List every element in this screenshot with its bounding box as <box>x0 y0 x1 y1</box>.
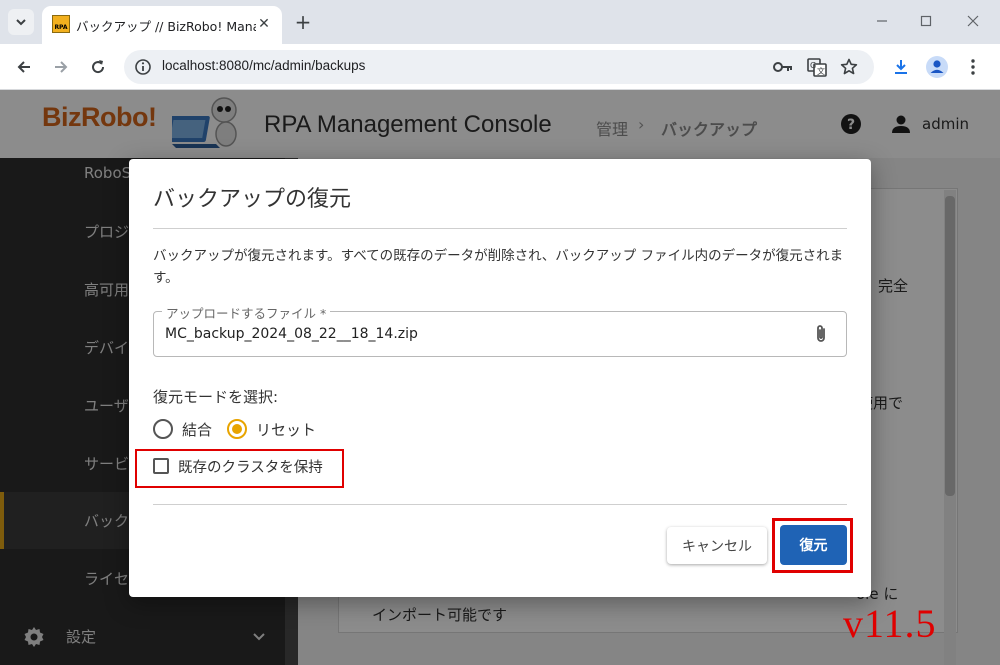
back-button[interactable] <box>9 52 39 82</box>
password-key-icon[interactable] <box>772 56 794 78</box>
upload-file-label: アップロードするファイル * <box>162 303 331 322</box>
tab-title: バックアップ // BizRobo! Managemer <box>76 19 256 34</box>
profile-avatar-icon <box>926 56 948 78</box>
arrow-right-icon <box>55 61 68 73</box>
radio-reset[interactable]: リセット <box>227 417 316 441</box>
tab-close-icon[interactable]: ✕ <box>254 14 274 34</box>
radio-reset-circle[interactable] <box>227 419 247 439</box>
version-annotation: v11.5 <box>843 601 937 646</box>
more-vert-icon <box>971 59 975 75</box>
reload-icon <box>92 60 105 74</box>
translate-icon[interactable]: 文G <box>806 56 828 78</box>
url-text[interactable]: localhost:8080/mc/admin/backups <box>162 58 365 73</box>
browser-tabstrip: RPA バックアップ // BizRobo! Managemer ✕ + <box>0 0 1000 44</box>
radio-merge[interactable]: 結合 <box>153 417 212 441</box>
browser-menu-button[interactable] <box>958 52 988 82</box>
favicon-icon: RPA <box>52 15 70 33</box>
restore-backup-dialog: バックアップの復元 バックアップが復元されます。すべての既存のデータが削除され、… <box>129 159 871 597</box>
dialog-title: バックアップの復元 <box>153 187 352 212</box>
maximize-icon <box>920 15 932 27</box>
bookmark-star-icon[interactable] <box>838 56 860 78</box>
browser-toolbar: localhost:8080/mc/admin/backups 文G <box>0 44 1000 90</box>
radio-merge-circle[interactable] <box>153 419 173 439</box>
forward-button[interactable] <box>46 52 76 82</box>
reload-button[interactable] <box>83 52 113 82</box>
upload-file-value[interactable]: MC_backup_2024_08_22__18_14.zip <box>165 326 418 342</box>
minimize-button[interactable] <box>862 6 902 36</box>
profile-button[interactable] <box>922 52 952 82</box>
chevron-down-icon <box>16 19 26 26</box>
divider <box>153 228 847 229</box>
site-info-icon[interactable] <box>134 58 152 76</box>
highlight-box-checkbox <box>135 449 344 488</box>
divider <box>153 504 847 505</box>
address-bar[interactable]: localhost:8080/mc/admin/backups 文G <box>124 50 874 84</box>
svg-text:文: 文 <box>817 66 825 76</box>
radio-reset-label[interactable]: リセット <box>256 419 316 440</box>
svg-text:G: G <box>810 61 816 70</box>
browser-tab[interactable]: RPA バックアップ // BizRobo! Managemer ✕ <box>42 6 282 44</box>
new-tab-button[interactable]: + <box>290 9 316 35</box>
close-icon <box>967 15 979 27</box>
minimize-icon <box>877 20 887 22</box>
cancel-button[interactable]: キャンセル <box>667 527 767 564</box>
arrow-left-icon <box>17 61 30 73</box>
maximize-button[interactable] <box>906 6 946 36</box>
tab-search-button[interactable] <box>8 9 34 35</box>
upload-file-field[interactable]: アップロードするファイル * MC_backup_2024_08_22__18_… <box>153 303 847 357</box>
download-icon <box>895 60 907 74</box>
radio-merge-label[interactable]: 結合 <box>182 419 212 440</box>
highlight-box-restore <box>772 518 853 573</box>
paperclip-icon[interactable] <box>810 323 832 345</box>
dialog-description: バックアップが復元されます。すべての既存のデータが削除され、バックアップ ファイ… <box>153 248 844 286</box>
close-window-button[interactable] <box>953 6 993 36</box>
restore-mode-label: 復元モードを選択: <box>153 388 279 406</box>
download-button[interactable] <box>886 52 916 82</box>
